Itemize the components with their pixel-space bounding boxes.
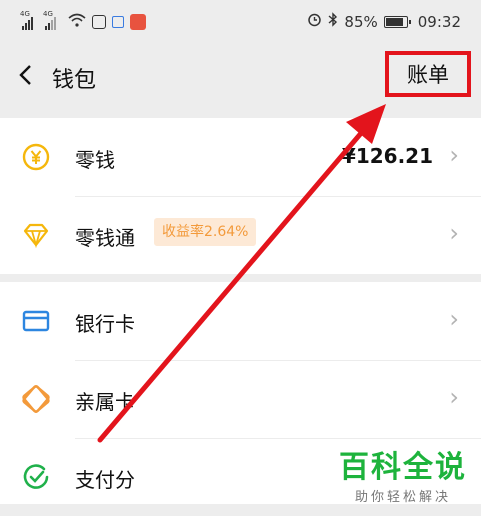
chevron-right-icon: › [449, 383, 459, 411]
yield-badge: 收益率2.64% [154, 218, 257, 246]
item-label: 银行卡 [75, 312, 135, 336]
list-item-family-card[interactable]: 亲属卡 › [0, 360, 481, 438]
diamond-icon [22, 221, 50, 249]
pay-score-icon [22, 463, 50, 491]
chevron-left-icon [19, 65, 31, 85]
family-card-icon [22, 385, 50, 413]
chevron-right-icon: › [449, 219, 459, 247]
alarm-icon [307, 12, 322, 31]
chevron-right-icon: › [449, 141, 459, 169]
status-right: 85% 09:32 [307, 12, 461, 31]
watermark-subtitle: 助你轻松解决 [354, 490, 451, 505]
signal-icon-1: 4G [20, 10, 33, 30]
battery-percent: 85% [344, 12, 378, 31]
list-item-bank-card[interactable]: 银行卡 › [0, 282, 481, 360]
wallet-group-1: 零钱 ¥126.21 › 零钱通 收益率2.64% › [0, 118, 481, 274]
signal-icon-2: 4G [43, 10, 56, 30]
back-button[interactable] [14, 60, 38, 90]
balance-value: ¥126.21 [341, 144, 433, 168]
nfc-icon [92, 14, 106, 29]
item-label: 零钱通 [75, 226, 135, 250]
clock: 09:32 [417, 12, 461, 31]
watermark: 百科全说 助你轻松解决 [339, 442, 467, 505]
lock-icon [112, 15, 124, 28]
item-label: 零钱 [75, 148, 115, 172]
app-notification-icon [130, 13, 146, 30]
page-title: 钱包 [52, 68, 97, 93]
chevron-right-icon: › [449, 305, 459, 333]
nav-bar: 钱包 账单 [0, 46, 481, 110]
card-icon [22, 307, 50, 335]
item-label: 亲属卡 [75, 390, 135, 414]
status-left: 4G 4G [20, 10, 146, 31]
wifi-icon [68, 12, 86, 31]
status-bar: 4G 4G 85% 09:32 [0, 0, 481, 46]
bluetooth-icon [328, 12, 338, 31]
battery-icon [383, 15, 411, 28]
list-item-change-pass[interactable]: 零钱通 收益率2.64% › [0, 196, 481, 274]
bill-button[interactable]: 账单 [385, 51, 471, 97]
item-label: 支付分 [75, 468, 135, 492]
list-item-change[interactable]: 零钱 ¥126.21 › [0, 118, 481, 196]
watermark-title: 百科全说 [339, 450, 467, 485]
yen-coin-icon [22, 143, 50, 171]
